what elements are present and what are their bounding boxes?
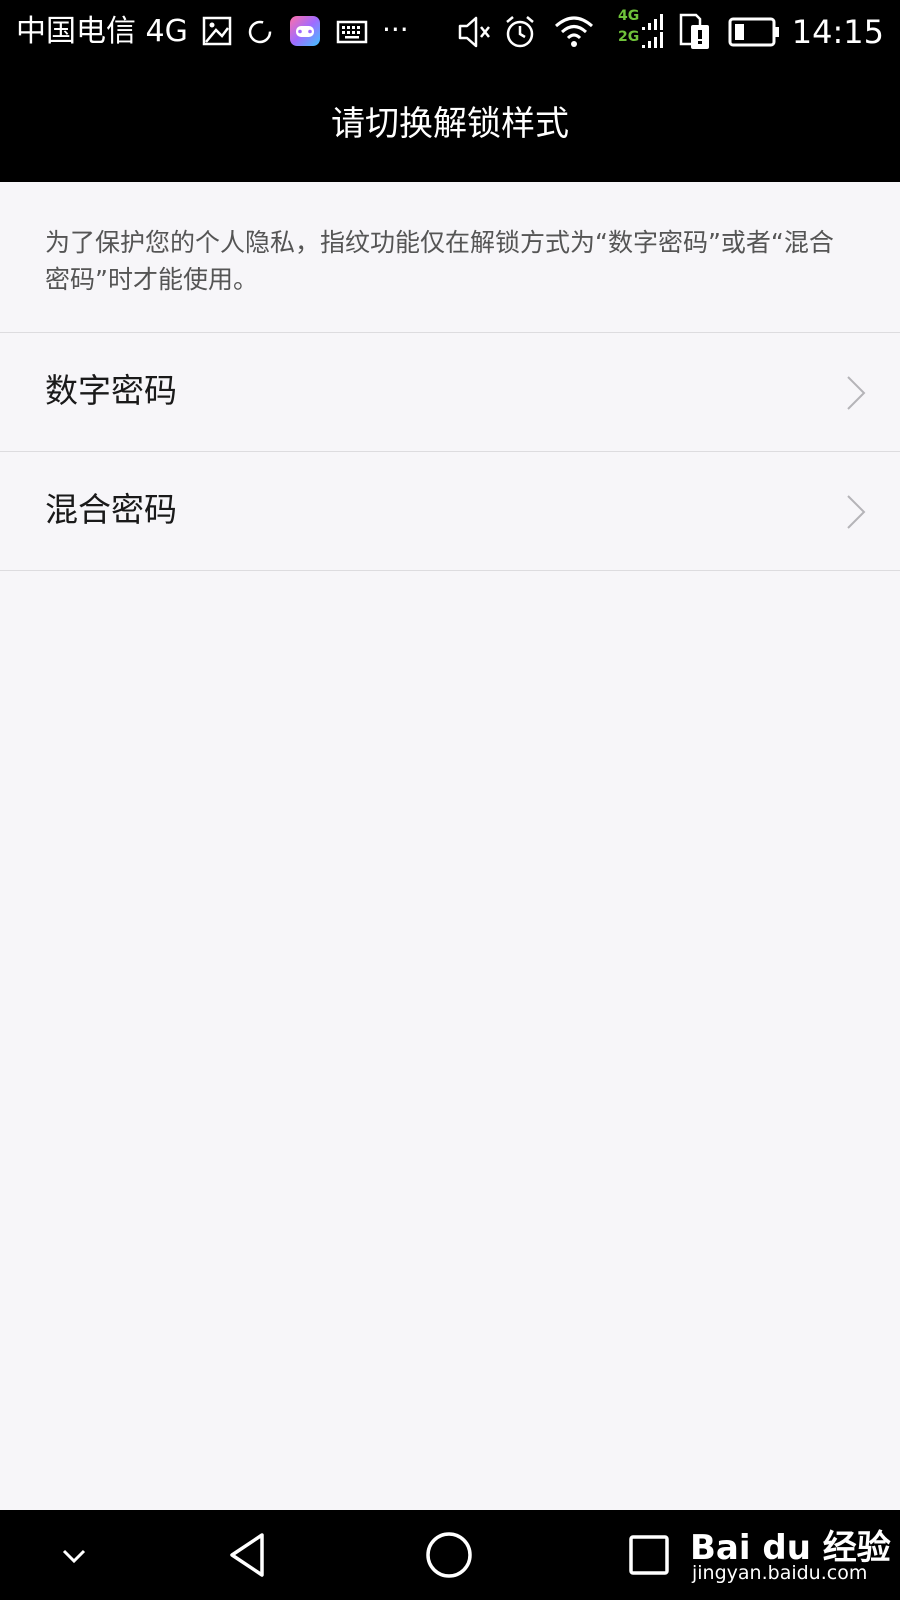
navigation-bar: [0, 1510, 900, 1600]
back-button[interactable]: [224, 1530, 274, 1580]
option-label: 混合密码: [45, 490, 177, 529]
image-icon: [202, 16, 232, 46]
carrier-label: 中国电信 4G: [16, 14, 188, 49]
notice-text: 为了保护您的个人隐私，指纹功能仅在解锁方式为“数字密码”或者“混合密码”时才能使…: [45, 228, 834, 294]
signal-icon: [642, 14, 663, 48]
status-bar: 中国电信 4G ··· 4G 2G 14:15: [0, 0, 900, 64]
home-button[interactable]: [424, 1530, 474, 1580]
network-type-top: 4G: [618, 8, 640, 24]
screen: 中国电信 4G ··· 4G 2G 14:15 请切换解锁样式 为了保护您的个人…: [0, 0, 900, 1600]
alarm-icon: [506, 16, 534, 48]
option-label: 数字密码: [45, 371, 177, 410]
hide-nav-bar-button[interactable]: [58, 1540, 90, 1572]
option-numeric-password[interactable]: 数字密码: [0, 333, 900, 452]
option-mixed-password[interactable]: 混合密码: [0, 452, 900, 571]
game-center-icon: [290, 16, 320, 46]
mute-icon: [458, 16, 490, 48]
clock: 14:15: [791, 13, 884, 51]
title-bar: 请切换解锁样式: [0, 64, 900, 182]
keyboard-icon: [336, 20, 368, 44]
network-type-bottom: 2G: [618, 29, 640, 45]
chevron-right-icon: [847, 376, 866, 410]
recent-apps-button[interactable]: [624, 1530, 674, 1580]
chevron-right-icon: [847, 495, 866, 529]
sim-card-icon: [679, 13, 709, 49]
fingerprint-notice: 为了保护您的个人隐私，指纹功能仅在解锁方式为“数字密码”或者“混合密码”时才能使…: [0, 182, 900, 333]
page-title: 请切换解锁样式: [331, 104, 569, 144]
more-notifications-icon: ···: [382, 13, 409, 46]
battery-icon: [728, 17, 779, 47]
wifi-icon: [555, 16, 593, 47]
sync-icon: [248, 20, 272, 44]
